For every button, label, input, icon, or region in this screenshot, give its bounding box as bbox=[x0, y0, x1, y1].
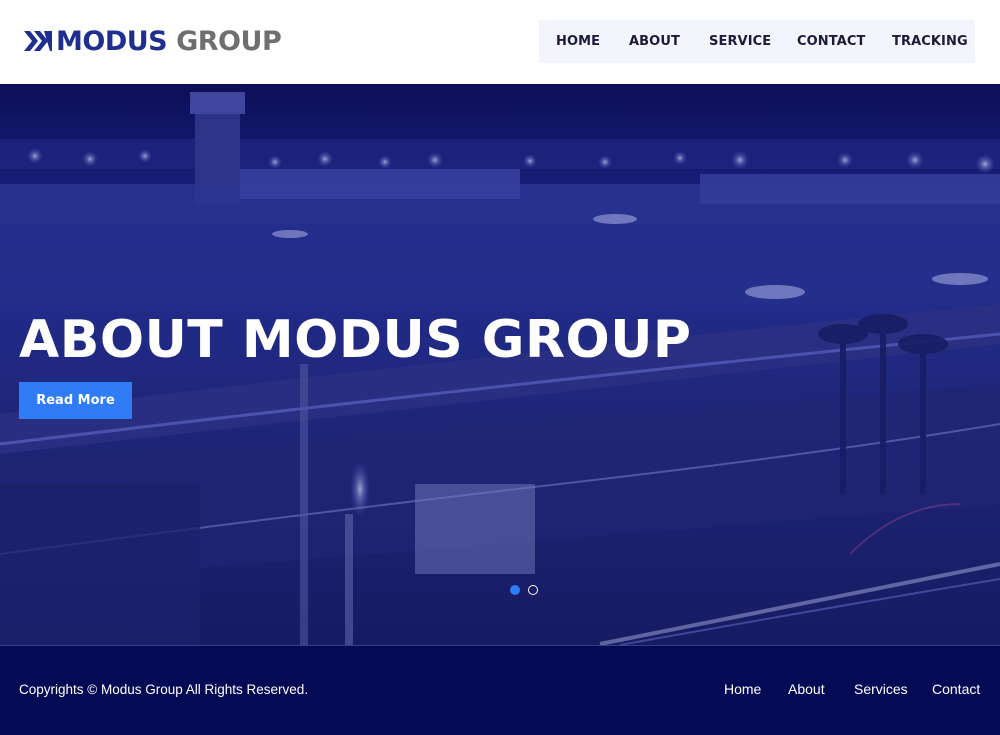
nav-tracking[interactable]: TRACKING bbox=[892, 34, 968, 49]
slider-dot-2[interactable] bbox=[528, 585, 538, 595]
footer-link-home[interactable]: Home bbox=[724, 681, 761, 697]
copyright-text: Copyrights © Modus Group All Rights Rese… bbox=[19, 682, 309, 697]
footer-link-about[interactable]: About bbox=[788, 681, 825, 697]
brand-name-primary: MODUS bbox=[56, 25, 168, 57]
footer-link-contact[interactable]: Contact bbox=[932, 681, 980, 697]
hero-title: ABOUT MODUS GROUP bbox=[19, 310, 692, 370]
nav-about[interactable]: ABOUT bbox=[629, 34, 680, 49]
brand-logo[interactable]: MODUS GROUP bbox=[24, 24, 282, 58]
slider-dots bbox=[510, 585, 538, 595]
read-more-button[interactable]: Read More bbox=[19, 382, 132, 419]
modus-logo-icon bbox=[24, 31, 52, 51]
footer-link-services[interactable]: Services bbox=[854, 681, 908, 697]
main-nav: HOME ABOUT SERVICE CONTACT TRACKING bbox=[539, 20, 975, 63]
nav-contact[interactable]: CONTACT bbox=[797, 34, 866, 49]
nav-service[interactable]: SERVICE bbox=[709, 34, 771, 49]
nav-home[interactable]: HOME bbox=[556, 34, 600, 49]
brand-name-secondary: GROUP bbox=[176, 25, 282, 57]
site-header: MODUS GROUP HOME ABOUT SERVICE CONTACT T… bbox=[0, 0, 1000, 84]
hero-slider: ABOUT MODUS GROUP Read More bbox=[0, 84, 1000, 645]
site-footer: Copyrights © Modus Group All Rights Rese… bbox=[0, 645, 1000, 735]
slider-dot-1[interactable] bbox=[510, 585, 520, 595]
